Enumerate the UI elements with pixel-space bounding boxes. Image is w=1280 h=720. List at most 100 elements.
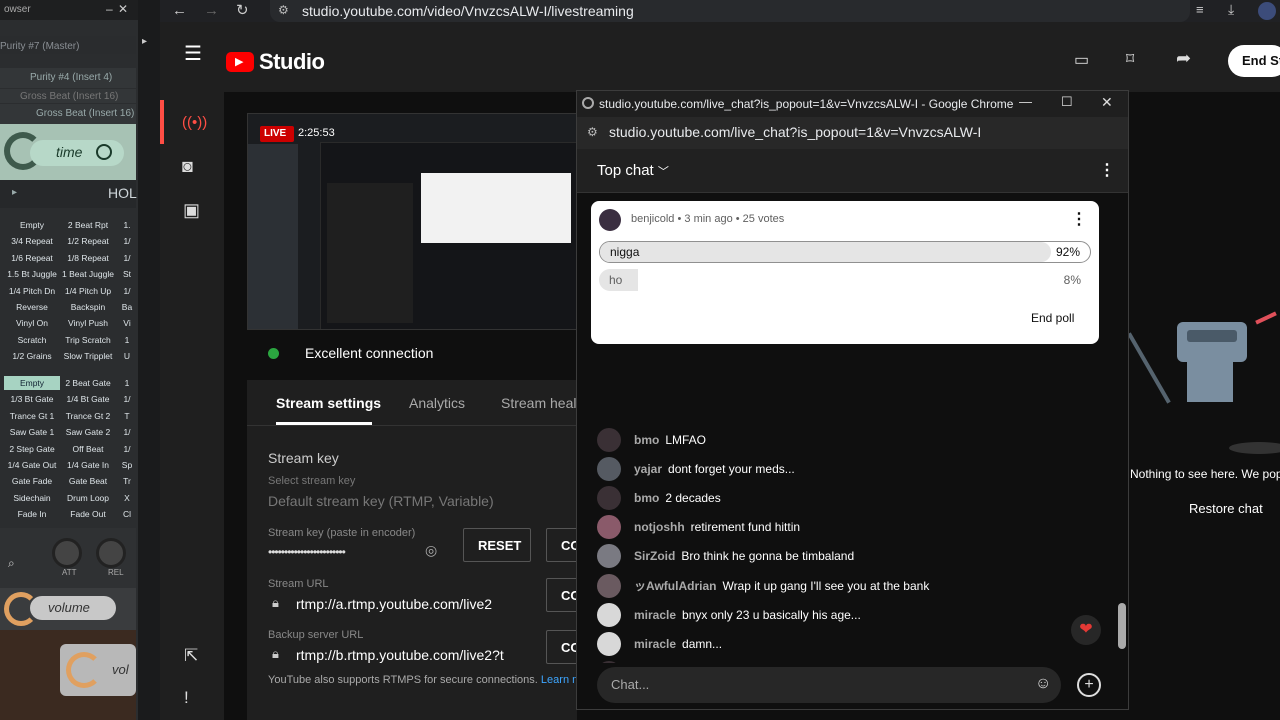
preset-button[interactable]: Empty: [4, 376, 60, 390]
preset-button[interactable]: 1/8 Repeat: [60, 251, 116, 265]
preset-button[interactable]: U: [118, 349, 136, 363]
calendar-icon[interactable]: ▣: [183, 200, 200, 221]
site-info-icon[interactable]: ⚙: [587, 125, 598, 139]
mixer-insert-16b[interactable]: Gross Beat (Insert 16): [0, 104, 136, 124]
popout-address-bar[interactable]: ⚙ studio.youtube.com/live_chat?is_popout…: [577, 117, 1128, 149]
preset-button[interactable]: 2 Beat Rpt: [60, 218, 116, 232]
preset-button[interactable]: Trance Gt 1: [4, 409, 60, 423]
more-options-icon[interactable]: ⋮: [1099, 160, 1115, 180]
preset-button[interactable]: Backspin: [60, 300, 116, 314]
visibility-off-icon[interactable]: ◎: [425, 542, 437, 559]
maximize-icon[interactable]: ☐: [1061, 94, 1073, 110]
learn-more-link[interactable]: Learn m: [541, 674, 578, 686]
preset-button[interactable]: Saw Gate 1: [4, 425, 60, 439]
preset-button[interactable]: 1/: [118, 425, 136, 439]
avatar[interactable]: [597, 573, 621, 598]
preset-button[interactable]: 1: [118, 376, 136, 390]
share-icon[interactable]: ➦: [1176, 48, 1191, 69]
restore-chat-button[interactable]: Restore chat: [1189, 501, 1263, 516]
preset-button[interactable]: Scratch: [4, 333, 60, 347]
preset-button[interactable]: Reverse: [4, 300, 60, 314]
preset-button[interactable]: Gate Fade: [4, 474, 60, 488]
preset-button[interactable]: Empty: [4, 218, 60, 232]
close-icon[interactable]: ✕: [1101, 94, 1113, 111]
chat-author[interactable]: miracle: [634, 637, 676, 651]
select-stream-key-value[interactable]: Default stream key (RTMP, Variable): [268, 493, 494, 509]
preset-button[interactable]: 1.: [118, 218, 136, 232]
site-info-icon[interactable]: ⚙: [278, 3, 289, 17]
playlist-icon[interactable]: ≡: [1196, 2, 1204, 17]
feedback-icon[interactable]: !: [184, 688, 189, 708]
poll-more-icon[interactable]: ⋮: [1071, 209, 1087, 229]
chat-author[interactable]: bmo: [634, 433, 659, 447]
camera-icon[interactable]: ◙: [182, 156, 193, 177]
preset-button[interactable]: Vinyl Push: [60, 316, 116, 330]
avatar[interactable]: [597, 602, 621, 627]
chat-message[interactable]: bmobouta have them retirement homes lit …: [597, 660, 944, 663]
chat-message[interactable]: bmo 2 decades: [597, 485, 721, 511]
avatar[interactable]: [597, 486, 621, 511]
add-icon[interactable]: +: [1077, 673, 1101, 697]
preset-button[interactable]: 1.5 Bt Juggle: [4, 267, 60, 281]
avatar[interactable]: [597, 428, 621, 452]
preset-button[interactable]: 1/: [118, 251, 136, 265]
preset-button[interactable]: 1/: [118, 392, 136, 406]
preset-button[interactable]: Trance Gt 2: [60, 409, 116, 423]
rel-knob[interactable]: [96, 538, 126, 568]
end-stream-button[interactable]: End St: [1228, 45, 1280, 77]
chat-message[interactable]: miracle damn...: [597, 631, 722, 657]
menu-icon[interactable]: ☰: [184, 44, 202, 64]
preset-button[interactable]: 1/4 Pitch Dn: [4, 284, 60, 298]
preset-button[interactable]: 1/: [118, 234, 136, 248]
chat-author[interactable]: yajar: [634, 462, 662, 476]
chat-message[interactable]: yajar dont forget your meds...: [597, 456, 795, 482]
avatar[interactable]: [597, 660, 621, 663]
preset-button[interactable]: 1/4 Pitch Up: [60, 284, 116, 298]
open-external-icon[interactable]: ⇱: [184, 646, 198, 666]
reset-button[interactable]: RESET: [463, 528, 531, 562]
preset-button[interactable]: Sp: [118, 458, 136, 472]
top-chat-dropdown[interactable]: Top chat ﹀: [597, 162, 669, 179]
preset-button[interactable]: Ba: [118, 300, 136, 314]
chat-message[interactable]: notjoshh retirement fund hittin: [597, 514, 800, 540]
preset-button[interactable]: T: [118, 409, 136, 423]
avatar[interactable]: [597, 631, 621, 656]
mixer-master[interactable]: Purity #7 (Master): [0, 36, 136, 54]
chat-input[interactable]: Chat... ☺: [597, 667, 1061, 703]
backup-url-field[interactable]: rtmp://b.rtmp.youtube.com/live2?t: [296, 647, 504, 663]
back-icon[interactable]: ←: [172, 2, 187, 19]
preset-button[interactable]: 1 Beat Juggle: [60, 267, 116, 281]
preset-button[interactable]: Off Beat: [60, 442, 116, 456]
chat-message[interactable]: bmo LMFAO: [597, 427, 706, 453]
preset-button[interactable]: 1/: [118, 442, 136, 456]
mixer-insert-4[interactable]: Purity #4 (Insert 4): [0, 68, 136, 88]
preset-button[interactable]: 1: [118, 333, 136, 347]
vol-knob[interactable]: [66, 652, 102, 688]
preset-button[interactable]: 1/4 Gate Out: [4, 458, 60, 472]
chat-author[interactable]: SirZoid: [634, 549, 675, 563]
chat-author[interactable]: notjoshh: [634, 520, 685, 534]
mixer-insert-16a[interactable]: Gross Beat (Insert 16): [0, 89, 136, 103]
profile-avatar[interactable]: [1258, 2, 1276, 20]
preset-button[interactable]: 1/2 Repeat: [60, 234, 116, 248]
preset-button[interactable]: Slow Tripplet: [60, 349, 116, 363]
preset-button[interactable]: 3/4 Repeat: [4, 234, 60, 248]
preset-button[interactable]: 1/6 Repeat: [4, 251, 60, 265]
preset-button[interactable]: Vi: [118, 316, 136, 330]
preset-button[interactable]: Cl: [118, 507, 136, 521]
chat-author[interactable]: bmo: [634, 491, 659, 505]
chat-author[interactable]: miracle: [634, 608, 676, 622]
expand-arrow-icon[interactable]: ▸: [12, 187, 17, 198]
bookmark-icon[interactable]: ⌑: [1126, 49, 1134, 69]
live-broadcast-icon[interactable]: ((•)): [182, 114, 207, 131]
avatar[interactable]: [597, 544, 621, 569]
tab-stream-settings[interactable]: Stream settings: [276, 395, 381, 411]
address-bar[interactable]: ⚙ studio.youtube.com/video/VnvzcsALW-I/l…: [270, 0, 1190, 22]
download-icon[interactable]: ⤓: [1228, 1, 1234, 18]
tab-stream-health[interactable]: Stream heal: [501, 395, 576, 411]
search-icon[interactable]: ⌕: [8, 556, 15, 571]
preset-button[interactable]: 2 Step Gate: [4, 442, 60, 456]
minimize-icon[interactable]: –: [106, 2, 113, 16]
chat-message[interactable]: miracle bnyx only 23 u basically his age.…: [597, 602, 861, 628]
preset-button[interactable]: 1/2 Grains: [4, 349, 60, 363]
